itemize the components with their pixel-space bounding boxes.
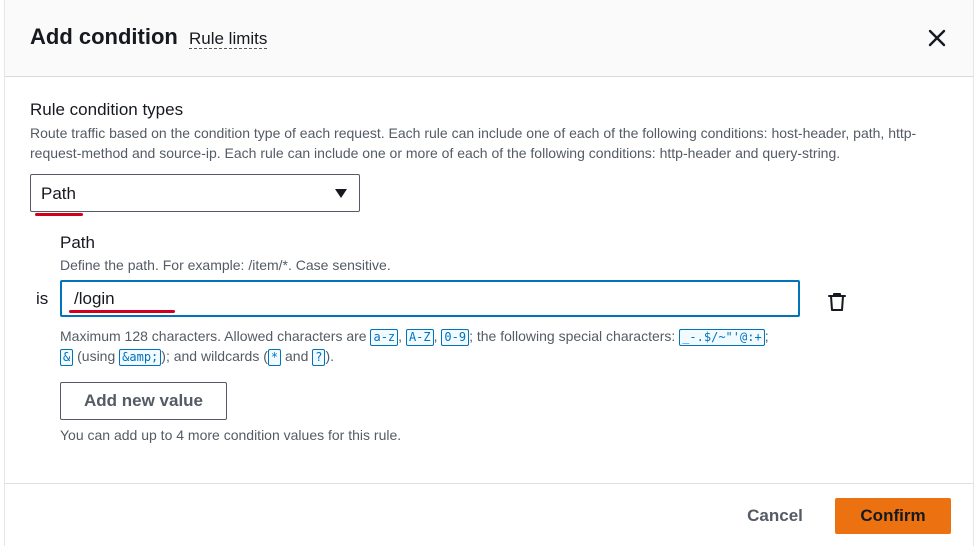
code-token: 0-9 [441, 329, 470, 346]
code-token: * [267, 349, 282, 366]
constraint-text: (using [77, 348, 116, 364]
constraint-text: ). [325, 348, 335, 364]
condition-type-selected: Path [41, 184, 76, 203]
modal-title: Add condition [30, 24, 178, 49]
constraint-text: and [285, 348, 309, 364]
caret-down-icon [335, 189, 347, 198]
condition-type-select[interactable]: Path [30, 174, 360, 212]
code-token: a-z [370, 329, 399, 346]
code-token: _-.$/~"'@:+ [679, 329, 765, 346]
add-condition-modal: Add condition Rule limits Rule condition… [4, 0, 974, 546]
add-value-hint: You can add up to 4 more condition value… [60, 427, 402, 443]
trash-icon[interactable] [826, 291, 848, 313]
rule-limits-link[interactable]: Rule limits [189, 29, 268, 49]
condition-types-label: Rule condition types [30, 100, 184, 119]
path-label: Path [60, 233, 95, 252]
constraint-text: ); and wildcards ( [161, 348, 268, 364]
add-new-value-button[interactable]: Add new value [60, 382, 227, 420]
operator-label: is [36, 289, 49, 308]
code-token: &amp; [119, 349, 162, 366]
constraint-text: ; the following special characters: [469, 328, 676, 344]
condition-types-description: Route traffic based on the condition typ… [30, 125, 917, 161]
path-value-text: /login [74, 289, 115, 308]
footer-divider [5, 483, 973, 484]
confirm-button[interactable]: Confirm [835, 498, 951, 534]
modal-header: Add condition Rule limits [5, 0, 973, 77]
close-icon[interactable] [925, 26, 949, 50]
code-token: A-Z [405, 329, 434, 346]
path-constraints: Maximum 128 characters. Allowed characte… [60, 328, 769, 366]
path-description: Define the path. For example: /item/*. C… [60, 257, 391, 273]
code-token: ? [312, 349, 326, 366]
annotation-underline [69, 310, 175, 313]
constraint-text: Maximum 128 characters. Allowed characte… [60, 328, 367, 344]
cancel-button[interactable]: Cancel [735, 498, 815, 534]
code-token: & [60, 349, 74, 366]
annotation-underline [35, 213, 83, 216]
